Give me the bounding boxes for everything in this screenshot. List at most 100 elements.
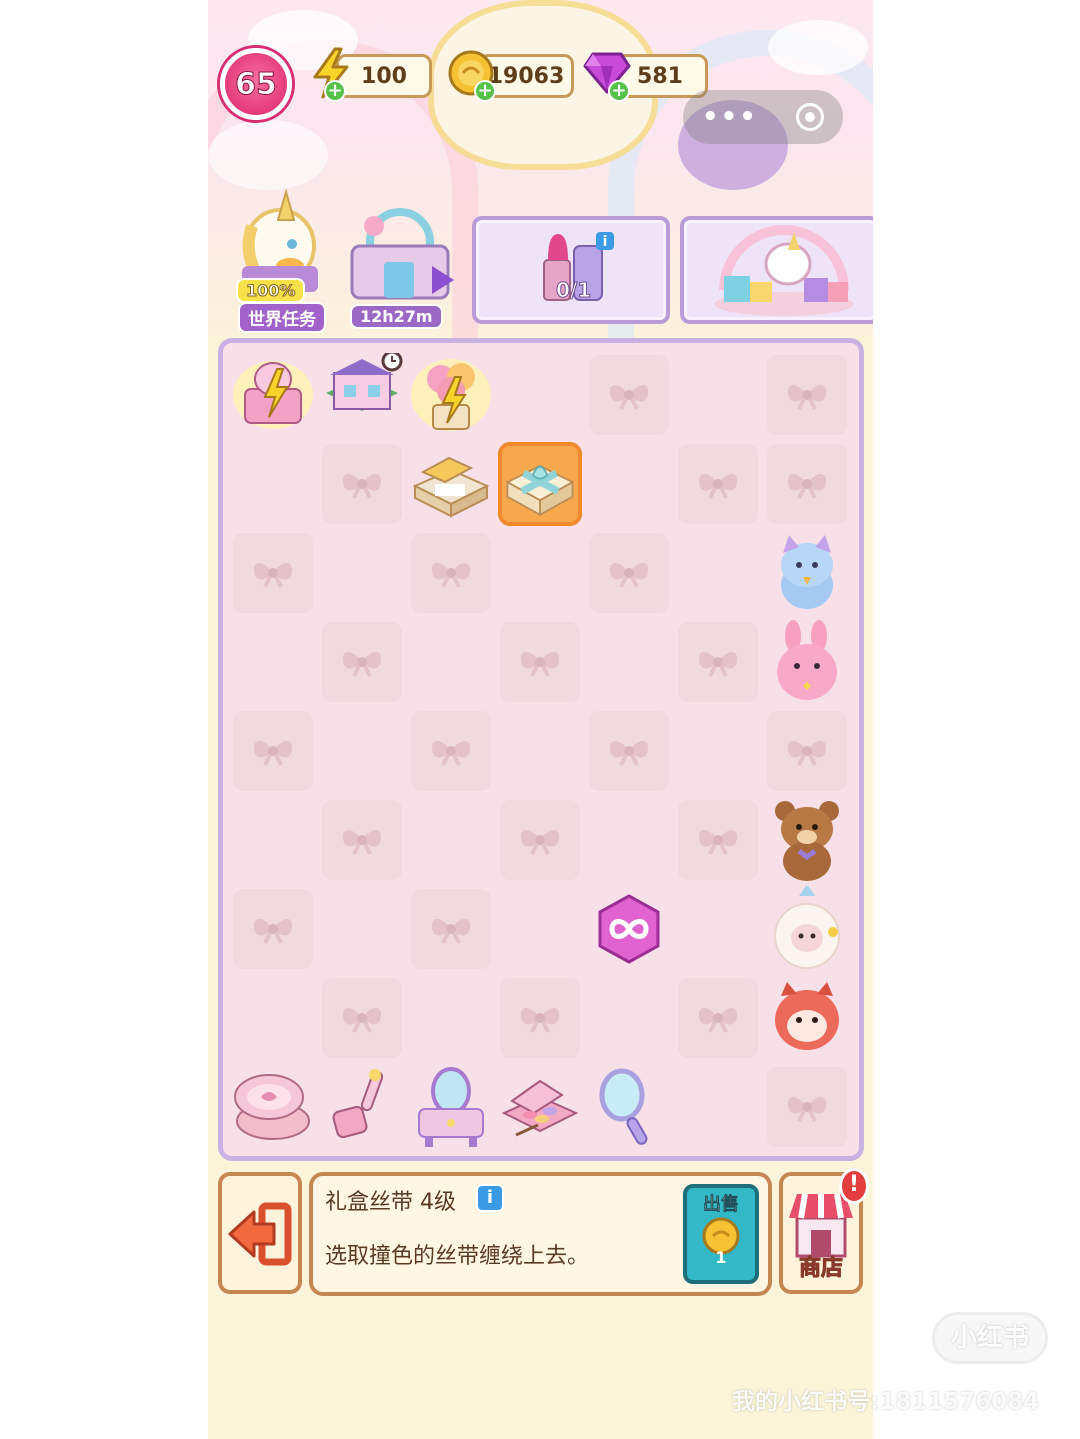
teddy-bear-plush-item[interactable] xyxy=(765,798,849,882)
board-cell[interactable] xyxy=(678,889,758,969)
locked-board-cell[interactable] xyxy=(411,533,491,613)
locked-board-cell[interactable] xyxy=(500,800,580,880)
board-cell[interactable] xyxy=(589,800,669,880)
vanity-generator-item[interactable] xyxy=(231,353,315,437)
board-cell[interactable] xyxy=(411,978,491,1058)
mini-program-capsule[interactable]: ••• xyxy=(683,90,843,144)
locked-board-cell[interactable] xyxy=(322,622,402,702)
balloon-generator-item[interactable] xyxy=(409,353,493,437)
shop-pack-card[interactable] xyxy=(680,216,873,324)
board-cell[interactable] xyxy=(233,800,313,880)
board-cell[interactable] xyxy=(411,622,491,702)
add-gems-button[interactable]: + xyxy=(608,80,630,102)
locked-board-cell[interactable] xyxy=(500,622,580,702)
more-menu-icon[interactable]: ••• xyxy=(702,102,758,132)
locked-board-cell[interactable] xyxy=(233,533,313,613)
locked-board-cell[interactable] xyxy=(589,533,669,613)
board-cell[interactable] xyxy=(500,355,580,435)
board-cell[interactable] xyxy=(589,444,669,524)
locked-board-cell[interactable] xyxy=(500,978,580,1058)
world-task-button[interactable]: 100% 世界任务 xyxy=(230,186,330,333)
player-level-badge[interactable]: 65 xyxy=(220,48,292,120)
sell-button[interactable]: 出售 1 xyxy=(683,1184,759,1284)
order-card[interactable]: i 0/1 xyxy=(472,216,670,324)
locked-board-cell[interactable] xyxy=(767,355,847,435)
hand-mirror-item[interactable] xyxy=(587,1065,671,1149)
board-cell[interactable] xyxy=(678,711,758,791)
gift-box-ribbon-item[interactable] xyxy=(498,442,582,526)
locked-board-cell[interactable] xyxy=(589,711,669,791)
board-cell[interactable] xyxy=(678,355,758,435)
add-energy-button[interactable]: + xyxy=(324,80,346,102)
board-cell[interactable] xyxy=(589,622,669,702)
coin-value: 19063 xyxy=(487,63,565,89)
locked-board-cell[interactable] xyxy=(678,444,758,524)
locked-board-cell[interactable] xyxy=(322,444,402,524)
board-cell[interactable] xyxy=(233,978,313,1058)
board-cell[interactable] xyxy=(322,711,402,791)
locked-board-cell[interactable] xyxy=(233,711,313,791)
sheep-plush-item[interactable] xyxy=(765,886,849,971)
item-info-panel: 礼盒丝带 4级 i 选取撞色的丝带缠绕上去。 出售 1 xyxy=(309,1172,772,1296)
red-panda-plush-item[interactable] xyxy=(765,976,849,1060)
bow-lock-icon xyxy=(431,918,471,944)
bow-lock-icon xyxy=(698,829,738,855)
locked-board-cell[interactable] xyxy=(767,711,847,791)
close-target-icon[interactable] xyxy=(795,103,824,131)
board-cell[interactable] xyxy=(500,889,580,969)
bow-lock-icon xyxy=(698,473,738,499)
bow-lock-icon xyxy=(342,651,382,677)
bow-lock-icon xyxy=(520,651,560,677)
bow-lock-icon xyxy=(253,562,293,588)
locked-board-cell[interactable] xyxy=(411,889,491,969)
add-coins-button[interactable]: + xyxy=(474,80,496,102)
open-gift-box-item[interactable] xyxy=(409,442,493,526)
bow-lock-icon xyxy=(787,384,827,410)
sell-price: 1 xyxy=(715,1248,727,1267)
item-info-icon[interactable]: i xyxy=(476,1184,504,1212)
board-cell[interactable] xyxy=(678,1067,758,1147)
locked-board-cell[interactable] xyxy=(233,889,313,969)
event-timer: 12h27m xyxy=(350,304,443,329)
board-cell[interactable] xyxy=(678,533,758,613)
bow-lock-icon xyxy=(520,829,560,855)
locked-board-cell[interactable] xyxy=(678,978,758,1058)
lint-roller-item[interactable] xyxy=(320,1065,404,1149)
locked-board-cell[interactable] xyxy=(589,355,669,435)
blue-cat-plush-item[interactable] xyxy=(765,531,849,615)
board-cell[interactable] xyxy=(233,622,313,702)
merge-board xyxy=(218,338,864,1161)
bow-lock-icon xyxy=(787,473,827,499)
shop-button[interactable]: 商店 ! xyxy=(779,1168,869,1294)
board-cell[interactable] xyxy=(500,533,580,613)
locked-board-cell[interactable] xyxy=(411,711,491,791)
gem-value: 581 xyxy=(637,63,683,89)
pink-bunny-plush-item[interactable] xyxy=(765,620,849,704)
vanity-table-item[interactable] xyxy=(409,1065,493,1149)
eyeshadow-palette-item[interactable] xyxy=(498,1065,582,1149)
powder-compact-item[interactable] xyxy=(231,1065,315,1149)
board-cell[interactable] xyxy=(322,533,402,613)
world-task-percent: 100% xyxy=(236,278,306,303)
bow-lock-icon xyxy=(609,562,649,588)
exit-button[interactable] xyxy=(218,1172,302,1294)
board-cell[interactable] xyxy=(589,978,669,1058)
item-description: 选取撞色的丝带缠绕上去。 xyxy=(325,1244,590,1269)
locked-board-cell[interactable] xyxy=(322,800,402,880)
locked-board-cell[interactable] xyxy=(678,622,758,702)
locked-board-cell[interactable] xyxy=(678,800,758,880)
bow-lock-icon xyxy=(431,740,471,766)
locked-board-cell[interactable] xyxy=(767,444,847,524)
board-cell[interactable] xyxy=(500,711,580,791)
watermark-logo: 小红书 xyxy=(932,1312,1048,1364)
board-cell[interactable] xyxy=(233,444,313,524)
board-cell[interactable] xyxy=(322,889,402,969)
event-building-button[interactable]: 12h27m xyxy=(344,206,456,329)
bow-lock-icon xyxy=(520,1007,560,1033)
locked-board-cell[interactable] xyxy=(767,1067,847,1147)
house-generator-item[interactable] xyxy=(320,353,404,437)
item-title: 礼盒丝带 4级 xyxy=(325,1190,456,1215)
locked-board-cell[interactable] xyxy=(322,978,402,1058)
infinity-energy-item[interactable] xyxy=(587,887,671,971)
board-cell[interactable] xyxy=(411,800,491,880)
